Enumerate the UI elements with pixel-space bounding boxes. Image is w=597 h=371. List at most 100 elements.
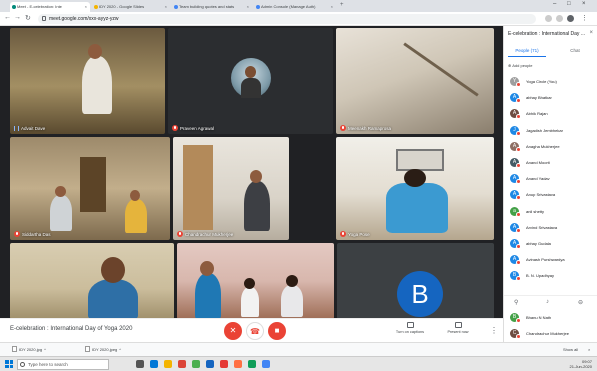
participant-figure [195, 273, 221, 319]
participant-row[interactable]: B Bhanu N Nath [504, 310, 597, 326]
close-icon[interactable]: × [247, 4, 249, 9]
video-tile[interactable]: Siddartha Das [10, 137, 170, 240]
system-clock[interactable]: 09:07 21-Jun-2020 [562, 359, 592, 369]
app-icon[interactable] [248, 360, 256, 368]
participant-row[interactable]: B B. N. Upadhyay [504, 268, 597, 284]
participant-head [250, 170, 262, 183]
extension-icon[interactable] [545, 15, 552, 22]
app-icon[interactable] [262, 360, 270, 368]
task-view-icon[interactable] [136, 360, 144, 368]
close-icon[interactable]: × [165, 4, 167, 9]
present-now-button[interactable]: Present now [440, 322, 476, 334]
participant-head [245, 66, 256, 78]
mic-toggle-button[interactable]: ✕ [224, 322, 242, 340]
mic-off-icon [516, 146, 521, 152]
video-tile[interactable] [10, 243, 174, 319]
back-icon[interactable]: ← [4, 14, 11, 21]
participant-row[interactable]: A Abhik Rajan [504, 106, 597, 122]
panel-toolbar: ⚲ ♪ ⊖ [504, 295, 597, 309]
browser-tab-admin[interactable]: Admin Console (Manage Auth) × [254, 2, 336, 12]
profile-avatar[interactable] [567, 15, 574, 22]
browser-tab-slides[interactable]: IDY 2020 - Google Slides × [92, 2, 170, 12]
participant-row[interactable]: A Anup Srivastava [504, 187, 597, 203]
edge-icon[interactable] [150, 360, 158, 368]
video-tile[interactable]: Yoga Pose [336, 137, 494, 240]
close-icon[interactable]: × [588, 347, 590, 352]
download-item[interactable]: IDY 2020.jpeg ^ [85, 346, 121, 352]
forward-icon[interactable]: → [14, 14, 21, 21]
tab-label: Team building quotes and stats [179, 4, 235, 9]
participant-row[interactable]: A Anagha Mukherjee [504, 139, 597, 155]
camera-toggle-button[interactable]: ■ [268, 322, 286, 340]
tile-name-label: Yoga Pose [340, 231, 370, 237]
app-icon[interactable] [192, 360, 200, 368]
tile-name-label: Chandrachur Mukherjee [177, 231, 233, 237]
video-tile[interactable]: Chandrachur Mukherjee [173, 137, 289, 240]
window-close-icon[interactable]: × [582, 1, 586, 7]
browser-tab-meet[interactable]: Meet - E-celebration: Inte × [10, 2, 90, 12]
participant-name: Abhik Rajan [526, 111, 548, 117]
video-tile[interactable]: Meenakh Ramaprosa [336, 28, 494, 134]
chrome-icon[interactable] [178, 360, 186, 368]
participant-figure [50, 195, 72, 231]
mic-off-icon [516, 318, 521, 323]
tab-chat[interactable]: Chat [556, 48, 594, 53]
app-icon[interactable] [220, 360, 228, 368]
app-icon[interactable] [234, 360, 242, 368]
mic-off-icon [516, 227, 521, 233]
mic-off-icon [516, 243, 521, 249]
tab-people[interactable]: People (71) [508, 48, 546, 53]
close-icon[interactable]: × [85, 4, 87, 9]
participant-row[interactable]: C Chandrachur Mukherjee [504, 326, 597, 342]
admin-favicon-icon [256, 5, 260, 9]
video-tile[interactable]: Praveen Agrawal [168, 28, 333, 134]
video-tile[interactable]: Advait Dave [10, 28, 165, 134]
maximize-icon[interactable]: □ [567, 1, 571, 7]
add-people-button[interactable]: ⊕ Add people [508, 63, 533, 68]
mic-off-icon [14, 231, 20, 237]
minimize-icon[interactable]: – [553, 1, 556, 7]
mic-off-icon [172, 125, 178, 131]
participant-figure [88, 279, 138, 319]
file-explorer-icon[interactable] [164, 360, 172, 368]
pin-icon[interactable]: ⚲ [514, 299, 518, 306]
app-icon[interactable] [206, 360, 214, 368]
more-options-icon[interactable]: ⋮ [490, 326, 498, 335]
video-tile[interactable]: B [337, 243, 494, 319]
show-all-link[interactable]: Show all [563, 347, 578, 352]
ceiling-beam [403, 42, 479, 97]
download-item[interactable]: IDY 2020.jpg ^ [12, 346, 46, 352]
remove-icon[interactable]: ⊖ [578, 299, 583, 306]
participant-row[interactable]: A Anand Yadav [504, 171, 597, 187]
participant-row[interactable]: a anil shetty [504, 204, 597, 220]
close-icon[interactable]: × [589, 30, 593, 36]
url-field[interactable]: meet.google.com/xxx-ayyz-yzw [38, 14, 536, 24]
browser-menu-icon[interactable]: ⋮ [581, 14, 588, 22]
participant-row[interactable]: Y Yoga Circle (You) [504, 74, 597, 90]
participant-name: Avinash Purshwardya [526, 257, 565, 263]
meeting-title[interactable]: E-celebration : International Day of Yog… [10, 326, 132, 332]
participant-row[interactable]: A Avinash Purshwardya [504, 252, 597, 268]
participant-row[interactable]: Aabhay Bhatkar [504, 90, 597, 106]
meet-video-grid: REC Advait Dave Praveen Agrawal Meenakh … [0, 26, 503, 329]
participant-row[interactable]: A Arvind Srivastava [504, 220, 597, 236]
video-tile[interactable] [177, 243, 334, 319]
new-tab-icon[interactable]: + [340, 2, 344, 8]
windows-taskbar: Type here to search 09:07 21-Jun-2020 [0, 356, 597, 371]
leave-call-button[interactable]: ☎ [246, 322, 264, 340]
participant-row[interactable]: J Jagadish Jembhekar [504, 123, 597, 139]
participant-row[interactable]: Aabhay Gudala [504, 236, 597, 252]
close-icon[interactable]: × [331, 4, 333, 9]
participant-name: B. N. Upadhyay [526, 273, 555, 279]
windows-start-icon[interactable] [5, 360, 13, 368]
mic-off-icon [516, 162, 521, 168]
mute-all-icon[interactable]: ♪ [546, 299, 549, 305]
cast-icon[interactable] [556, 15, 563, 22]
browser-tab-quotes[interactable]: Team building quotes and stats × [172, 2, 252, 12]
captions-button[interactable]: Turn on captions [390, 322, 430, 334]
participant-row[interactable]: A Anand Moorti [504, 155, 597, 171]
participant-head [130, 190, 140, 201]
reload-icon[interactable]: ↻ [25, 14, 31, 22]
participant-head [286, 275, 298, 287]
taskbar-search-box[interactable]: Type here to search [17, 359, 109, 370]
